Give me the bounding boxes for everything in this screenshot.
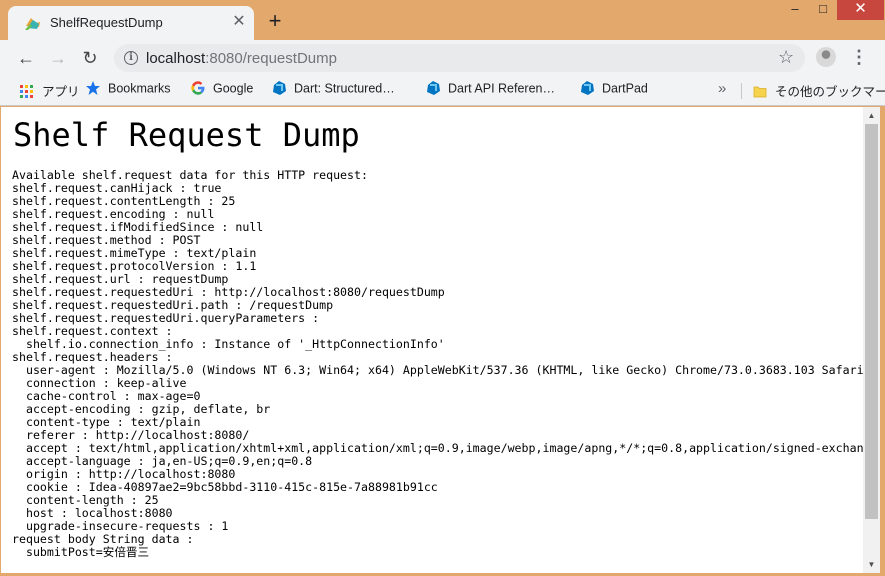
- dart-icon: [273, 81, 286, 95]
- forward-arrow-icon[interactable]: →: [45, 45, 71, 71]
- bookmark-google[interactable]: Google: [190, 81, 253, 99]
- page-viewport: Shelf Request Dump Available shelf.reque…: [0, 107, 885, 576]
- bookmark-apps[interactable]: アプリ: [19, 81, 80, 99]
- request-dump-text: Available shelf.request data for this HT…: [12, 169, 863, 559]
- dart-icon: [581, 81, 594, 95]
- url-path: :8080/requestDump: [205, 50, 337, 67]
- minimize-button[interactable]: –: [782, 0, 808, 20]
- reload-icon[interactable]: ↻: [77, 45, 103, 71]
- bookmark-label: Bookmarks: [108, 81, 171, 96]
- close-window-button[interactable]: ✕: [837, 0, 884, 20]
- bookmark-label: DartPad: [602, 81, 648, 96]
- dart-icon: [427, 81, 440, 95]
- scroll-up-arrow-icon[interactable]: ▲: [863, 107, 880, 124]
- bookmarks-divider: [741, 83, 742, 99]
- browser-toolbar: ← → ↻ i localhost:8080/requestDump ☆ ⋮: [0, 40, 885, 75]
- bookmarks-overflow-icon[interactable]: »: [718, 80, 726, 97]
- bookmark-dartpad[interactable]: DartPad: [579, 81, 648, 99]
- address-bar[interactable]: i localhost:8080/requestDump ☆: [114, 44, 805, 72]
- bookmarks-bar: アプリ Bookmarks Google Dart: Structured… D…: [0, 75, 885, 106]
- close-tab-icon[interactable]: ✕: [230, 13, 248, 31]
- scroll-down-arrow-icon[interactable]: ▼: [863, 556, 880, 573]
- bookmark-dart-structured[interactable]: Dart: Structured…: [271, 81, 395, 99]
- google-icon: [191, 81, 205, 95]
- url-text[interactable]: localhost:8080/requestDump: [146, 50, 337, 67]
- bookmark-star-icon[interactable]: ☆: [778, 47, 794, 68]
- folder-icon: [753, 86, 767, 98]
- bookmark-bookmarks[interactable]: Bookmarks: [85, 81, 171, 99]
- bookmark-label: Dart: Structured…: [294, 81, 395, 96]
- maximize-button[interactable]: □: [810, 0, 836, 20]
- url-host: localhost: [146, 50, 206, 67]
- scrollbar-thumb[interactable]: [865, 124, 878, 519]
- bookmark-label: その他のブックマーク: [775, 85, 885, 99]
- back-arrow-icon[interactable]: ←: [13, 45, 39, 71]
- star-icon: [86, 81, 100, 95]
- browser-tab[interactable]: ShelfRequestDump ✕: [8, 6, 254, 40]
- bookmark-label: Dart API Referen…: [448, 81, 555, 96]
- bookmark-label: アプリ: [42, 85, 80, 99]
- vertical-scrollbar[interactable]: ▲ ▼: [863, 107, 880, 573]
- title-bar: ShelfRequestDump ✕ + – □ ✕: [0, 0, 885, 40]
- page-title: Shelf Request Dump: [13, 116, 360, 154]
- new-tab-button[interactable]: +: [263, 9, 287, 33]
- page-content: Shelf Request Dump Available shelf.reque…: [1, 107, 863, 573]
- dump-line: submitPost=安倍晋三: [12, 545, 150, 559]
- apps-grid-icon: [19, 84, 35, 100]
- profile-avatar-icon[interactable]: [816, 47, 836, 67]
- dart-favicon-icon: [25, 18, 40, 30]
- bookmark-other-bookmarks[interactable]: その他のブックマーク: [752, 81, 885, 99]
- tab-title: ShelfRequestDump: [50, 15, 163, 30]
- bookmark-dart-api-reference[interactable]: Dart API Referen…: [425, 81, 555, 99]
- bookmark-label: Google: [213, 81, 254, 96]
- kebab-menu-icon[interactable]: ⋮: [850, 46, 868, 68]
- site-info-icon[interactable]: i: [124, 51, 138, 65]
